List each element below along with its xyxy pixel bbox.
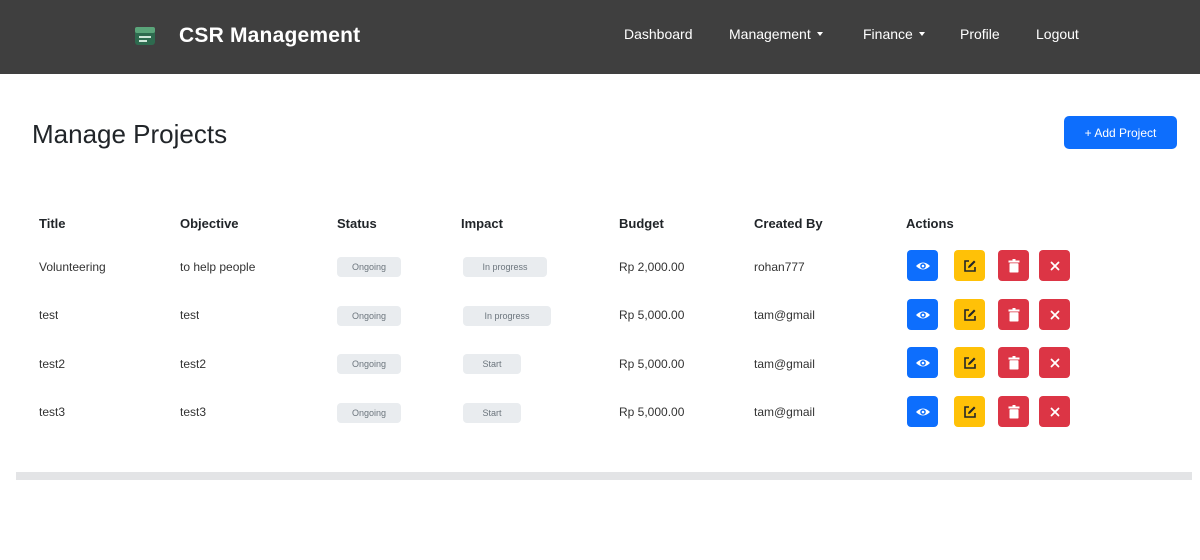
row-budget: Rp 2,000.00 (619, 260, 685, 274)
row-created-by: tam@gmail (754, 405, 815, 419)
edit-button[interactable] (954, 299, 985, 330)
trash-icon (1008, 355, 1019, 369)
column-header-actions: Actions (906, 216, 954, 231)
status-badge: Ongoing (337, 354, 401, 374)
row-title: test (39, 308, 59, 322)
row-created-by: tam@gmail (754, 357, 815, 371)
row-title: test3 (39, 405, 66, 419)
impact-badge: Start (463, 403, 521, 423)
pencil-square-icon (963, 356, 976, 369)
trash-icon (1008, 404, 1019, 418)
row-objective: test3 (180, 405, 207, 419)
column-header-status: Status (337, 216, 377, 231)
impact-badge: In progress (463, 257, 547, 277)
nav-management-label: Management (729, 26, 811, 42)
caret-down-icon (918, 32, 925, 37)
trash-icon (1008, 258, 1019, 272)
brand-name: CSR Management (179, 24, 361, 47)
eye-icon (915, 262, 930, 269)
view-button[interactable] (907, 250, 938, 281)
impact-badge: Start (463, 354, 521, 374)
row-title: test2 (39, 357, 66, 371)
top-navbar: CSR Management Dashboard Management Fina… (0, 0, 1200, 74)
eye-icon (915, 408, 930, 415)
row-created-by: tam@gmail (754, 308, 815, 322)
nav-finance-label: Finance (863, 26, 913, 42)
eye-icon (915, 311, 930, 318)
close-icon (1050, 407, 1059, 416)
delete-button[interactable] (998, 396, 1029, 427)
status-badge: Ongoing (337, 306, 401, 326)
close-icon (1050, 310, 1059, 319)
column-header-objective: Objective (180, 216, 239, 231)
delete-button[interactable] (998, 250, 1029, 281)
view-button[interactable] (907, 396, 938, 427)
impact-badge: In progress (463, 306, 551, 326)
edit-button[interactable] (954, 396, 985, 427)
delete-button[interactable] (998, 299, 1029, 330)
row-budget: Rp 5,000.00 (619, 357, 685, 371)
table-bottom-scrollbar (16, 472, 1192, 480)
eye-icon (915, 359, 930, 366)
row-objective: to help people (180, 260, 256, 274)
cancel-button[interactable] (1039, 347, 1070, 378)
page-title: Manage Projects (32, 119, 228, 149)
cancel-button[interactable] (1039, 299, 1070, 330)
nav-profile[interactable]: Profile (960, 25, 1000, 43)
brand[interactable]: CSR Management (134, 21, 360, 51)
row-objective: test2 (180, 357, 207, 371)
edit-button[interactable] (954, 250, 985, 281)
row-budget: Rp 5,000.00 (619, 405, 685, 419)
nav-dashboard[interactable]: Dashboard (624, 25, 693, 43)
pencil-square-icon (963, 405, 976, 418)
status-badge: Ongoing (337, 257, 401, 277)
close-icon (1050, 261, 1059, 270)
nav-logout[interactable]: Logout (1036, 25, 1079, 43)
status-badge: Ongoing (337, 403, 401, 423)
brand-logo-icon (135, 27, 155, 45)
row-objective: test (180, 308, 200, 322)
trash-icon (1008, 307, 1019, 321)
edit-button[interactable] (954, 347, 985, 378)
add-project-button[interactable]: + Add Project (1064, 116, 1177, 149)
caret-down-icon (816, 32, 823, 37)
nav-management-dropdown[interactable]: Management (729, 25, 823, 43)
pencil-square-icon (963, 308, 976, 321)
row-title: Volunteering (39, 260, 106, 274)
column-header-budget: Budget (619, 216, 664, 231)
view-button[interactable] (907, 347, 938, 378)
column-header-created-by: Created By (754, 216, 823, 231)
cancel-button[interactable] (1039, 396, 1070, 427)
view-button[interactable] (907, 299, 938, 330)
column-header-impact: Impact (461, 216, 503, 231)
cancel-button[interactable] (1039, 250, 1070, 281)
row-created-by: rohan777 (754, 260, 805, 274)
column-header-title: Title (39, 216, 66, 231)
close-icon (1050, 358, 1059, 367)
nav-finance-dropdown[interactable]: Finance (863, 25, 925, 43)
pencil-square-icon (963, 259, 976, 272)
row-budget: Rp 5,000.00 (619, 308, 685, 322)
delete-button[interactable] (998, 347, 1029, 378)
